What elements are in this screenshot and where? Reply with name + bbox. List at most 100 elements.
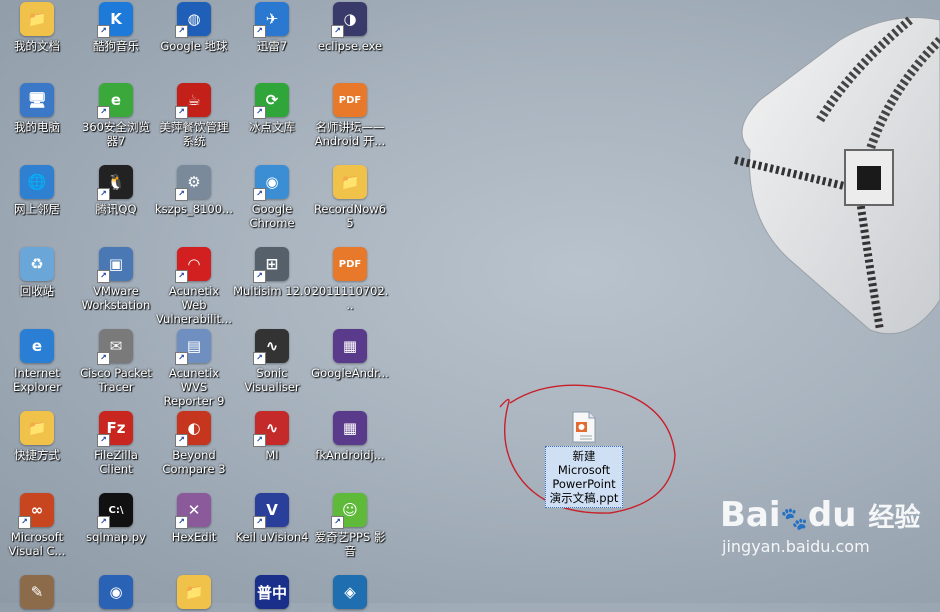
- filezilla-icon: Fz ↗: [97, 411, 133, 447]
- desktop-icon[interactable]: ♻ 回收站: [0, 247, 76, 298]
- desktop-icon[interactable]: e Internet Explorer: [0, 329, 76, 394]
- shortcut-arrow-icon: ↗: [97, 188, 110, 201]
- shortcut-arrow-icon: ↗: [253, 434, 266, 447]
- desktop-icon[interactable]: PDF 名师讲坛——Android 开...: [311, 83, 389, 148]
- tool-icon: ✎: [20, 575, 54, 609]
- desktop-icon[interactable]: 🖥 我的电脑: [0, 83, 76, 134]
- desktop-icon[interactable]: 📁: [155, 575, 233, 612]
- desktop-icon[interactable]: ∞ ↗ Microsoft Visual C...: [0, 493, 76, 558]
- desktop-icon[interactable]: ⊞ ↗ Multisim 12.0: [233, 247, 311, 298]
- multisim-icon: ⊞ ↗: [253, 247, 289, 283]
- desktop-icon-label: 回收站: [19, 284, 55, 298]
- desktop-icon-label: VMware Workstation: [81, 284, 151, 312]
- ie-icon: e: [20, 329, 54, 363]
- app-icon: 普中: [255, 575, 289, 609]
- desktop-icon[interactable]: K ↗ 酷狗音乐: [77, 2, 155, 53]
- network-icon: 🌐: [20, 165, 54, 199]
- shortcut-arrow-icon: ↗: [253, 516, 266, 529]
- meiping-icon: ☕ ↗: [175, 83, 211, 119]
- visual-c-icon: ∞ ↗: [18, 493, 54, 529]
- rar-icon: ▦: [333, 411, 367, 445]
- desktop-icon[interactable]: ✕ ↗ HexEdit: [155, 493, 233, 544]
- desktop-icon-label: GoogleAndr...: [311, 366, 389, 380]
- kugou-icon: K ↗: [97, 2, 133, 38]
- shortcut-arrow-icon: ↗: [175, 106, 188, 119]
- desktop-icon-label: Acunetix WVS Reporter 9: [163, 366, 225, 408]
- desktop-icon[interactable]: ▤ ↗ Acunetix WVS Reporter 9: [155, 329, 233, 408]
- desktop-icon[interactable]: ◑ ↗ eclipse.exe: [311, 2, 389, 53]
- desktop-icon[interactable]: ⟳ ↗ 冰点文库: [233, 83, 311, 134]
- desktop-icon[interactable]: 普中: [233, 575, 311, 612]
- wallpaper-handbag: [734, 16, 940, 335]
- desktop-icon[interactable]: 📁 快捷方式: [0, 411, 76, 462]
- desktop-icon-label: 快捷方式: [14, 448, 60, 462]
- recycle-bin-icon: ♻: [20, 247, 54, 281]
- desktop-icon[interactable]: ✉ ↗ Cisco Packet Tracer: [77, 329, 155, 394]
- kszps-icon: ⚙ ↗: [175, 165, 211, 201]
- desktop-icon-label: 酷狗音乐: [93, 39, 139, 53]
- app-icon: ◈: [333, 575, 367, 609]
- desktop-icon[interactable]: Fz ↗ FileZilla Client: [77, 411, 155, 476]
- shortcut-arrow-icon: ↗: [175, 25, 188, 38]
- shortcut-arrow-icon: ↗: [175, 516, 188, 529]
- shortcut-arrow-icon: ↗: [331, 516, 344, 529]
- desktop-icon-label: 美萍餐饮管理系统: [159, 120, 229, 148]
- desktop-icon-label: sqlmap.py: [86, 530, 146, 544]
- desktop-icon[interactable]: 🐧 ↗ 腾讯QQ: [77, 165, 155, 216]
- shortcut-arrow-icon: ↗: [18, 516, 31, 529]
- desktop-icon[interactable]: e ↗ 360安全浏览器7: [77, 83, 155, 148]
- desktop-icon[interactable]: ◉: [77, 575, 155, 612]
- shortcut-arrow-icon: ↗: [253, 25, 266, 38]
- desktop-icon[interactable]: ◠ ↗ Acunetix Web Vulnerabilit...: [155, 247, 233, 326]
- desktop-icon[interactable]: 🌐 网上邻居: [0, 165, 76, 216]
- desktop-icon[interactable]: 📁 我的文档: [0, 2, 76, 53]
- desktop-icon-label: kszps_8100...: [155, 202, 233, 216]
- eclipse-icon: ◑ ↗: [331, 2, 367, 38]
- desktop-icon-label: 腾讯QQ: [95, 202, 137, 216]
- desktop-icon[interactable]: ◍ ↗ Google 地球: [155, 2, 233, 53]
- shortcut-arrow-icon: ↗: [253, 352, 266, 365]
- desktop-icon[interactable]: ◉ ↗ Google Chrome: [233, 165, 311, 230]
- desktop-icon[interactable]: ☺ ↗ 爱奇艺PPS 影音: [311, 493, 389, 558]
- shortcut-arrow-icon: ↗: [253, 188, 266, 201]
- desktop-icon[interactable]: 📁 RecordNow65: [311, 165, 389, 230]
- desktop-icon-label: Sonic Visualiser: [244, 366, 300, 394]
- shortcut-arrow-icon: ↗: [253, 270, 266, 283]
- folder-docs-icon: 📁: [20, 2, 54, 36]
- desktop-icon-label: RecordNow65: [313, 202, 387, 230]
- chrome-icon: ◉ ↗: [253, 165, 289, 201]
- desktop-icon[interactable]: ⚙ ↗ kszps_8100...: [155, 165, 233, 216]
- desktop-icon[interactable]: ∿ ↗ Sonic Visualiser: [233, 329, 311, 394]
- qq-icon: 🐧 ↗: [97, 165, 133, 201]
- desktop-icon[interactable]: ▣ ↗ VMware Workstation: [77, 247, 155, 312]
- desktop-icon[interactable]: V ↗ Keil uVision4: [233, 493, 311, 544]
- desktop-icon[interactable]: ✈ ↗ 迅雷7: [233, 2, 311, 53]
- folder-icon: 📁: [333, 165, 367, 199]
- desktop-icon-label: Acunetix Web Vulnerabilit...: [155, 284, 233, 326]
- desktop-icon[interactable]: ▦ fkAndroidj...: [311, 411, 389, 462]
- desktop-icon-label: Google 地球: [160, 39, 228, 53]
- shortcut-arrow-icon: ↗: [253, 106, 266, 119]
- baidu-jingyan-logo: Bai🐾du 经验: [720, 495, 921, 535]
- desktop-icon[interactable]: ✎: [0, 575, 76, 612]
- desktop-icon[interactable]: ◐ ↗ Beyond Compare 3: [155, 411, 233, 476]
- globe-icon: ◉: [99, 575, 133, 609]
- desktop-icon[interactable]: ∿ ↗ MI: [233, 411, 311, 462]
- sqlmap-icon: C:\ ↗: [97, 493, 133, 529]
- 360-browser-icon: e ↗: [97, 83, 133, 119]
- shortcut-arrow-icon: ↗: [97, 434, 110, 447]
- powerpoint-file-icon: [572, 411, 596, 443]
- powerpoint-file[interactable]: 新建 Microsoft PowerPoint 演示文稿.ppt: [545, 410, 623, 508]
- desktop-icon-label: 爱奇艺PPS 影音: [314, 530, 386, 558]
- desktop-icon-label: 2011110702...: [311, 284, 389, 312]
- desktop-icon[interactable]: C:\ ↗ sqlmap.py: [77, 493, 155, 544]
- acunetix-icon: ◠ ↗: [175, 247, 211, 283]
- shortcut-arrow-icon: ↗: [97, 352, 110, 365]
- pdf-icon: PDF: [333, 83, 367, 117]
- desktop-icon[interactable]: ◈: [311, 575, 389, 612]
- desktop-icon-label: Google Chrome: [249, 202, 295, 230]
- desktop-icon[interactable]: PDF 2011110702...: [311, 247, 389, 312]
- desktop-icon-label: eclipse.exe: [317, 39, 383, 53]
- desktop-icon[interactable]: ▦ GoogleAndr...: [311, 329, 389, 380]
- desktop-icon[interactable]: ☕ ↗ 美萍餐饮管理系统: [155, 83, 233, 148]
